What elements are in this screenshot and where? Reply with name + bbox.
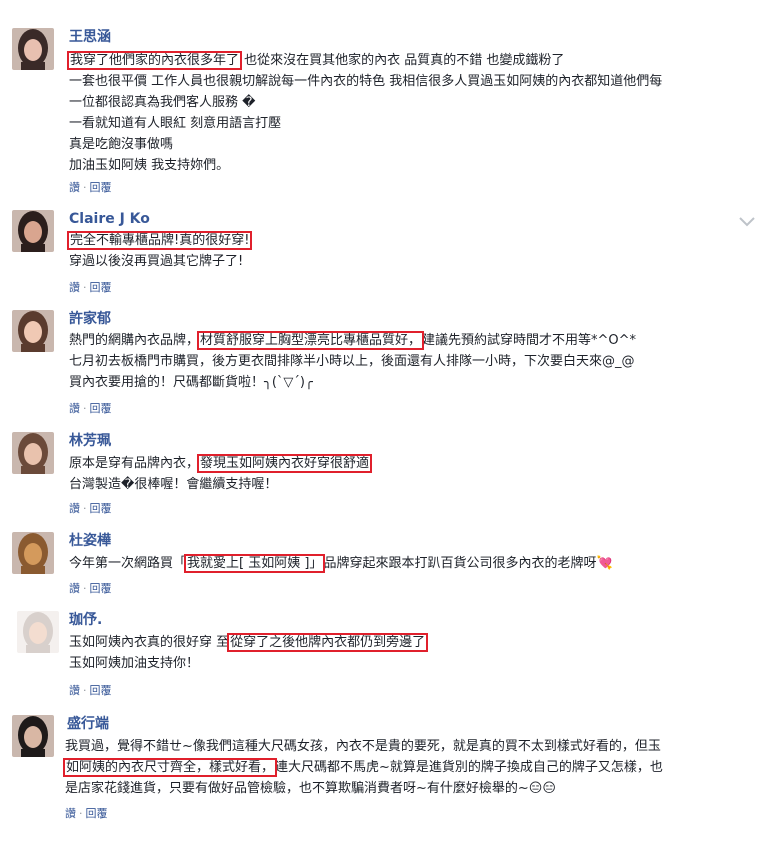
separator-dot: · (83, 281, 87, 294)
highlighted-text: 完全不輸專櫃品牌!真的很好穿! (66, 231, 253, 250)
comment-actions: 讚 · 回覆 (69, 181, 112, 195)
like-link[interactable]: 讚 (69, 402, 80, 415)
reply-link[interactable]: 回覆 (90, 582, 112, 595)
commenter-name[interactable]: 王思涵 (69, 28, 111, 46)
comment-text: 原本是穿有品牌內衣， (69, 456, 200, 471)
avatar-image (12, 715, 54, 757)
avatar-image (12, 532, 54, 574)
comment-text-line: 玉如阿姨內衣真的很好穿 至從穿了之後他牌內衣都仍到旁邊了 (69, 632, 429, 653)
avatar[interactable] (12, 210, 54, 252)
comment-text-line: 今年第一次網路買「我就愛上[ 玉如阿姨 ]」品牌穿起來跟本打趴百貨公司很多內衣的… (69, 553, 613, 574)
commenter-name[interactable]: Claire J Ko (69, 210, 150, 228)
reply-link[interactable]: 回覆 (90, 281, 112, 294)
separator-dot: · (83, 402, 87, 415)
comment-text: 真是吃飽沒事做嗎 (69, 137, 174, 152)
comment-text: 熱門的網購內衣品牌， (69, 333, 200, 348)
comment-text: 連大尺碼都不馬虎~就算是進貨別的牌子換成自己的牌子又怎樣，也 (275, 760, 663, 775)
comment-text: 玉如阿姨內衣真的很好穿 至 (69, 635, 230, 650)
comment-text-line: 一看就知道有人眼紅 刻意用語言打壓 (69, 113, 281, 134)
reply-link[interactable]: 回覆 (90, 402, 112, 415)
comment-text: 一看就知道有人眼紅 刻意用語言打壓 (69, 116, 282, 131)
avatar-image (12, 310, 54, 352)
comment-text-line: 一位都很認真為我們客人服務 � (69, 92, 255, 113)
comment-text-line: 一套也很平價 工作人員也很親切解說每一件內衣的特色 我相信很多人買過玉如阿姨的內… (69, 71, 662, 92)
comment-actions: 讚 · 回覆 (69, 281, 112, 295)
like-link[interactable]: 讚 (69, 502, 80, 515)
comment-text-line: 完全不輸專櫃品牌!真的很好穿! (66, 230, 253, 251)
comment-text-line: 加油玉如阿姨 我支持妳們。 (69, 155, 229, 176)
comment-text: 建議先預約試穿時間才不用等*^O^* (422, 333, 637, 348)
reply-link[interactable]: 回覆 (86, 807, 108, 820)
comment-text: 七月初去板橋門市購買，後方更衣間排隊半小時以上，後面還有人排隊一小時，下次要白天… (69, 354, 635, 369)
comment-text: 是店家花錢進貨，只要有做好品管檢驗，也不算欺騙消費者呀~有什麼好檢舉的~😑😑 (65, 781, 556, 796)
comment-text: 一套也很平價 工作人員也很親切解說每一件內衣的特色 我相信很多人買過玉如阿姨的內… (69, 74, 663, 89)
commenter-name[interactable]: 杜姿樺 (69, 532, 111, 550)
separator-dot: · (79, 807, 83, 820)
separator-dot: · (83, 582, 87, 595)
commenter-name[interactable]: 盛行端 (67, 715, 109, 733)
highlighted-text: 材質舒服穿上胸型漂亮比專櫃品質好， (197, 331, 425, 350)
comment-text: 穿過以後沒再買過其它牌子了! (69, 254, 244, 269)
like-link[interactable]: 讚 (69, 181, 80, 194)
avatar[interactable] (12, 532, 54, 574)
commenter-name[interactable]: 許家郁 (69, 310, 111, 328)
commenter-name[interactable]: 林芳珮 (69, 432, 111, 450)
comment-actions: 讚 · 回覆 (69, 402, 112, 416)
avatar[interactable] (17, 611, 59, 653)
reply-link[interactable]: 回覆 (90, 684, 112, 697)
comment-text-line: 我穿了他們家的內衣很多年了 也從來沒在買其他家的內衣 品質真的不錯 也變成鐵粉了 (66, 50, 565, 71)
comment-text: 品牌穿起來跟本打趴百貨公司很多內衣的老牌呀💘 (323, 556, 613, 571)
comment-text-line: 是店家花錢進貨，只要有做好品管檢驗，也不算欺騙消費者呀~有什麼好檢舉的~😑😑 (65, 778, 556, 799)
comment-actions: 讚 · 回覆 (65, 807, 108, 821)
comment-text: 也從來沒在買其他家的內衣 品質真的不錯 也變成鐵粉了 (240, 53, 565, 68)
comment-text: 加油玉如阿姨 我支持妳們。 (69, 158, 230, 173)
avatar-image (17, 611, 59, 653)
reply-link[interactable]: 回覆 (90, 502, 112, 515)
avatar[interactable] (12, 310, 54, 352)
comment-text: 玉如阿姨加油支持你！ (69, 656, 200, 671)
comment-text: 一位都很認真為我們客人服務 � (69, 95, 256, 110)
separator-dot: · (83, 684, 87, 697)
comment-text-line: 真是吃飽沒事做嗎 (69, 134, 173, 155)
comment-text-line: 台灣製造�很棒喔！會繼續支持喔！ (69, 474, 277, 495)
comment-text: 我買過，覺得不錯ㄝ~像我們這種大尺碼女孩，內衣不是貴的要死，就是真的買不太到樣式… (65, 739, 661, 754)
comment-text-line: 穿過以後沒再買過其它牌子了! (69, 251, 243, 272)
like-link[interactable]: 讚 (69, 582, 80, 595)
like-link[interactable]: 讚 (69, 281, 80, 294)
comment-text-line: 買內衣要用搶的！尺碼都斷貨啦！╮(ˋ▽ˊ)╭ (69, 372, 313, 393)
avatar-image (12, 210, 54, 252)
avatar[interactable] (12, 715, 54, 757)
chevron-down-icon[interactable] (739, 213, 755, 227)
avatar-image (12, 28, 54, 70)
highlighted-text: 從穿了之後他牌內衣都仍到旁邊了 (227, 633, 429, 652)
comment-text-line: 我買過，覺得不錯ㄝ~像我們這種大尺碼女孩，內衣不是貴的要死，就是真的買不太到樣式… (65, 736, 661, 757)
comment-text-line: 玉如阿姨加油支持你！ (69, 653, 199, 674)
highlighted-text: 我穿了他們家的內衣很多年了 (66, 51, 243, 70)
like-link[interactable]: 讚 (69, 684, 80, 697)
avatar-image (12, 432, 54, 474)
like-link[interactable]: 讚 (65, 807, 76, 820)
comment-actions: 讚 · 回覆 (69, 684, 112, 698)
separator-dot: · (83, 181, 87, 194)
comment-text-line: 原本是穿有品牌內衣，發現玉如阿姨內衣好穿很舒適 (69, 453, 373, 474)
highlighted-text: 發現玉如阿姨內衣好穿很舒適 (197, 454, 373, 473)
commenter-name[interactable]: 珈伃. (69, 611, 102, 629)
comment-text: 今年第一次網路買「 (69, 556, 187, 571)
comment-text-line: 熱門的網購內衣品牌，材質舒服穿上胸型漂亮比專櫃品質好，建議先預約試穿時間才不用等… (69, 330, 636, 351)
comment-text: 買內衣要用搶的！尺碼都斷貨啦！╮(ˋ▽ˊ)╭ (69, 375, 313, 390)
comment-text-line: 七月初去板橋門市購買，後方更衣間排隊半小時以上，後面還有人排隊一小時，下次要白天… (69, 351, 635, 372)
comment-text-line: 如阿姨的內衣尺寸齊全，樣式好看，連大尺碼都不馬虎~就算是進貨別的牌子換成自己的牌… (62, 757, 663, 778)
highlighted-text: 如阿姨的內衣尺寸齊全，樣式好看， (62, 758, 278, 777)
avatar[interactable] (12, 432, 54, 474)
reply-link[interactable]: 回覆 (90, 181, 112, 194)
comment-actions: 讚 · 回覆 (69, 502, 112, 516)
separator-dot: · (83, 502, 87, 515)
highlighted-text: 我就愛上[ 玉如阿姨 ]」 (184, 554, 326, 573)
comment-actions: 讚 · 回覆 (69, 582, 112, 596)
avatar[interactable] (12, 28, 54, 70)
comment-text: 台灣製造�很棒喔！會繼續支持喔！ (69, 477, 278, 492)
